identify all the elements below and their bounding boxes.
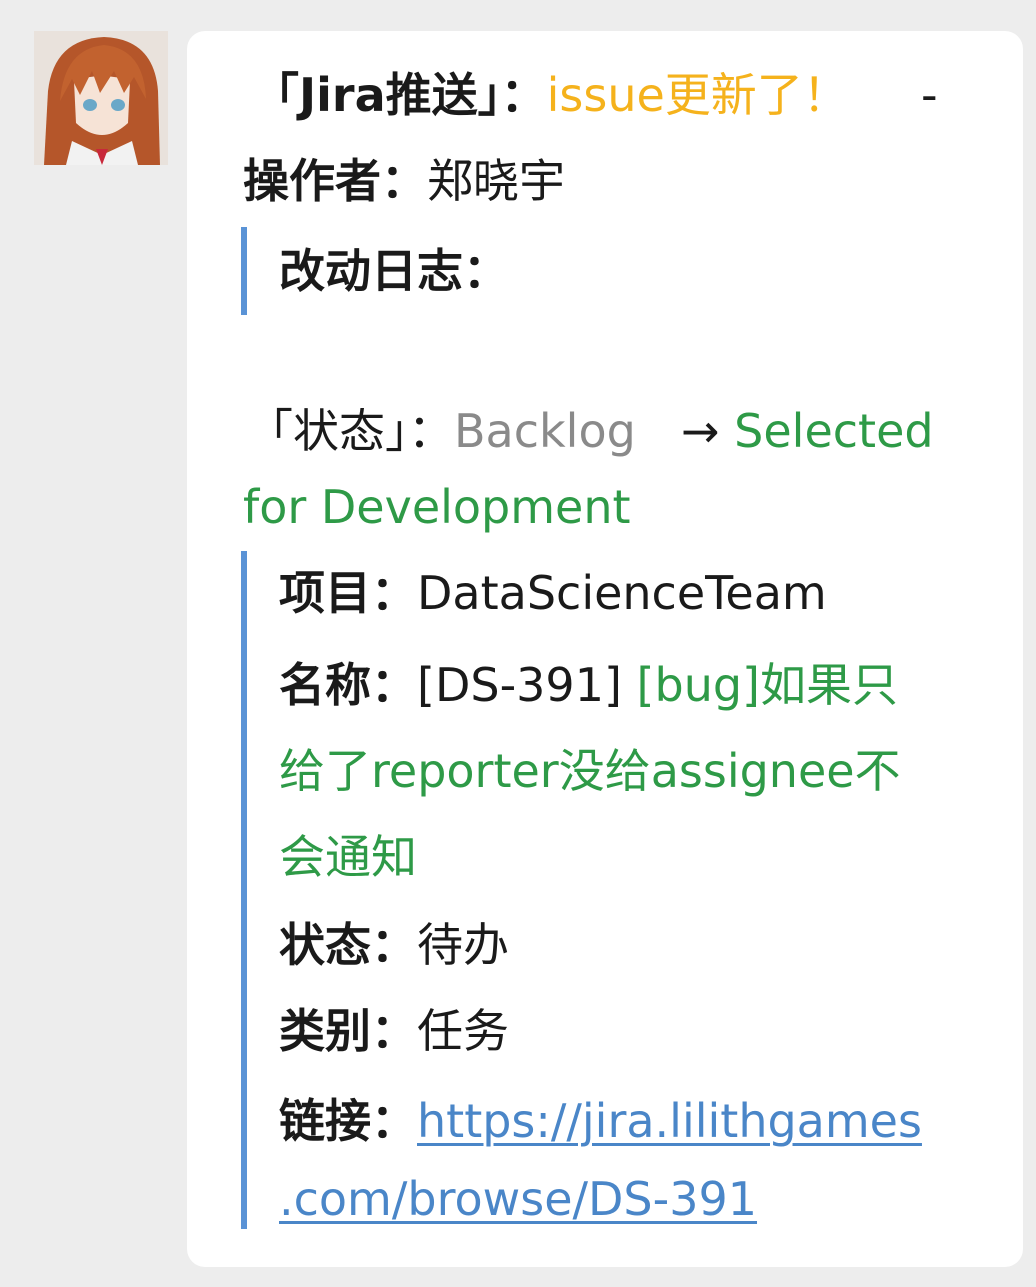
issue-quote-bar xyxy=(241,551,247,1229)
changelog-quote-bar xyxy=(241,227,247,315)
project-label: 项目： xyxy=(279,566,417,620)
header-event: issue更新了！ xyxy=(546,68,849,122)
operator-label: 操作者： xyxy=(243,154,427,208)
link-row: 链接：https://jira.lilithgames xyxy=(279,1093,922,1149)
type-label: 类别： xyxy=(279,1004,417,1058)
issue-link-line2[interactable]: .com/browse/DS-391 xyxy=(279,1172,757,1226)
avatar[interactable] xyxy=(34,31,168,165)
project-row: 项目：DataScienceTeam xyxy=(279,565,827,621)
changelog-field: 「状态」： xyxy=(247,404,454,458)
avatar-image xyxy=(34,31,168,165)
message-header: 「Jira推送」：issue更新了！ xyxy=(253,67,849,123)
message-bubble: 「Jira推送」：issue更新了！ - 操作者：郑晓宇 改动日志： 「状态」：… xyxy=(187,31,1023,1267)
header-dash: - xyxy=(921,68,938,122)
link-label: 链接： xyxy=(279,1094,417,1148)
changelog-from: Backlog xyxy=(454,404,636,458)
issue-title-line1: [bug]如果只 xyxy=(636,658,898,712)
arrow-icon: → xyxy=(681,404,720,458)
issue-title-line2: 给了reporter没给assignee不 xyxy=(279,744,901,798)
type-row: 类别：任务 xyxy=(279,1003,509,1059)
project-value: DataScienceTeam xyxy=(417,566,827,620)
name-row: 名称：[DS-391] [bug]如果只 xyxy=(279,657,898,713)
issue-link-line2-row: .com/browse/DS-391 xyxy=(279,1171,757,1227)
changelog-arrow-row: → Selected xyxy=(681,403,934,459)
issue-title-line3: 会通知 xyxy=(279,830,417,884)
name-label: 名称： xyxy=(279,658,417,712)
header-source: 「Jira推送」： xyxy=(253,68,547,122)
issue-key: [DS-391] xyxy=(417,658,622,712)
issue-link-line1[interactable]: https://jira.lilithgames xyxy=(417,1094,922,1148)
status-label: 状态： xyxy=(279,918,417,972)
status-value: 待办 xyxy=(417,918,509,972)
status-row: 状态：待办 xyxy=(279,917,509,973)
type-value: 任务 xyxy=(417,1004,509,1058)
changelog-label: 改动日志： xyxy=(279,244,509,298)
operator-row: 操作者：郑晓宇 xyxy=(243,153,565,209)
operator-value: 郑晓宇 xyxy=(427,154,565,208)
changelog-to-line2: for Development xyxy=(243,480,631,534)
changelog-status-row: 「状态」：Backlog xyxy=(247,403,636,459)
changelog-to-line1: Selected xyxy=(734,404,934,458)
